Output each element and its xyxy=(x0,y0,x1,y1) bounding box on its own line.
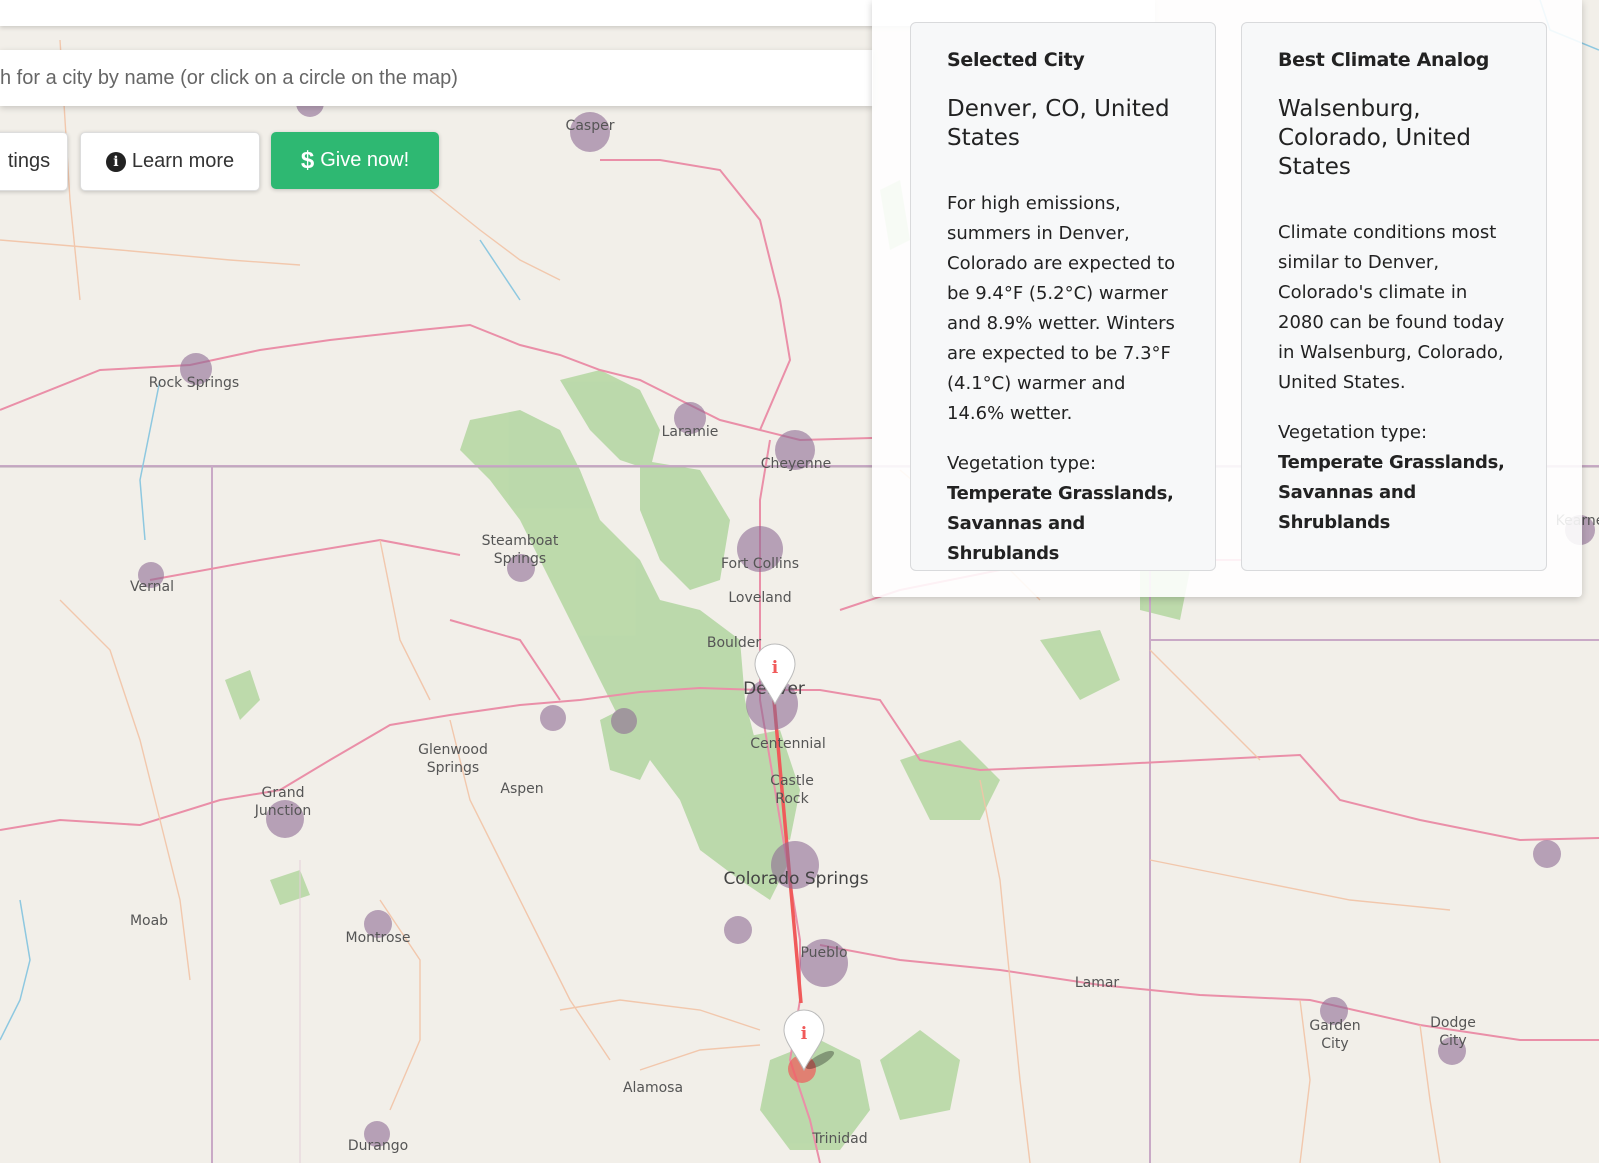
city-label: Laramie xyxy=(662,424,719,440)
dollar-icon: $ xyxy=(300,146,315,174)
analog-veg-value: Temperate Grasslands, Savannas and Shrub… xyxy=(1278,452,1505,533)
search-placeholder: h for a city by name (or click on a circ… xyxy=(0,66,458,89)
city-label: Trinidad xyxy=(811,1131,867,1147)
selected-city-name: Denver, CO, United States xyxy=(947,96,1170,151)
city-label: Steamboat xyxy=(482,533,559,549)
city-circle xyxy=(611,708,637,734)
city-label: City xyxy=(1321,1036,1348,1052)
city-label: Centennial xyxy=(750,736,825,752)
city-circle xyxy=(724,916,752,944)
city-label: Fort Collins xyxy=(721,556,799,572)
svg-text:i: i xyxy=(772,658,779,678)
city-label: Durango xyxy=(348,1138,408,1154)
city-label: Rock Springs xyxy=(149,375,239,391)
city-circle xyxy=(1533,840,1561,868)
learn-more-label: Learn more xyxy=(131,150,235,172)
city-label: Boulder xyxy=(707,635,761,651)
city-label: Colorado Springs xyxy=(723,869,868,889)
selected-city-title: Selected City xyxy=(947,49,1085,71)
selected-veg-value: Temperate Grasslands, Savannas and Shrub… xyxy=(947,483,1174,564)
city-label: Garden xyxy=(1309,1018,1360,1034)
selected-city-card: Selected City Denver, CO, United States … xyxy=(910,22,1216,571)
city-label: Aspen xyxy=(500,781,543,797)
city-label: Dodge xyxy=(1430,1015,1476,1031)
city-label: Vernal xyxy=(130,579,174,595)
city-label: Rock xyxy=(775,791,809,807)
give-now-label: Give now! xyxy=(320,149,410,171)
settings-button[interactable]: tings xyxy=(0,132,68,191)
city-label: Montrose xyxy=(346,930,411,946)
analog-veg-label: Vegetation type: xyxy=(1278,422,1428,443)
city-label: Castle xyxy=(770,773,814,789)
search-input[interactable]: h for a city by name (or click on a circ… xyxy=(0,50,873,106)
analog-city-description: Climate conditions most similar to Denve… xyxy=(1278,222,1505,393)
city-label: Lamar xyxy=(1075,975,1120,991)
city-label: Springs xyxy=(427,760,479,776)
selected-veg-label: Vegetation type: xyxy=(947,453,1097,474)
analog-city-name: Walsenburg, Colorado, United States xyxy=(1278,96,1472,180)
city-label: Loveland xyxy=(728,590,791,606)
city-label: Grand xyxy=(262,785,305,801)
learn-more-button[interactable]: i Learn more xyxy=(80,132,260,191)
city-label: Casper xyxy=(566,118,615,134)
settings-button-label: tings xyxy=(7,150,51,172)
info-circle-icon: i xyxy=(105,151,126,172)
give-now-button[interactable]: $ Give now! xyxy=(271,132,439,189)
analog-city-title: Best Climate Analog xyxy=(1278,49,1490,71)
city-label: Springs xyxy=(494,551,546,567)
selected-city-description: For high emissions, summers in Denver, C… xyxy=(947,193,1176,424)
city-label: City xyxy=(1439,1033,1466,1049)
city-label: Junction xyxy=(254,803,311,819)
city-label: Alamosa xyxy=(623,1080,683,1096)
city-label: Moab xyxy=(130,913,168,929)
results-panel: Selected City Denver, CO, United States … xyxy=(872,0,1582,597)
city-circle xyxy=(540,705,566,731)
analog-city-card: Best Climate Analog Walsenburg, Colorado… xyxy=(1241,22,1547,571)
city-label: Glenwood xyxy=(418,742,488,758)
city-label: Pueblo xyxy=(800,945,847,961)
city-label: Cheyenne xyxy=(761,456,832,472)
svg-text:i: i xyxy=(801,1024,808,1044)
